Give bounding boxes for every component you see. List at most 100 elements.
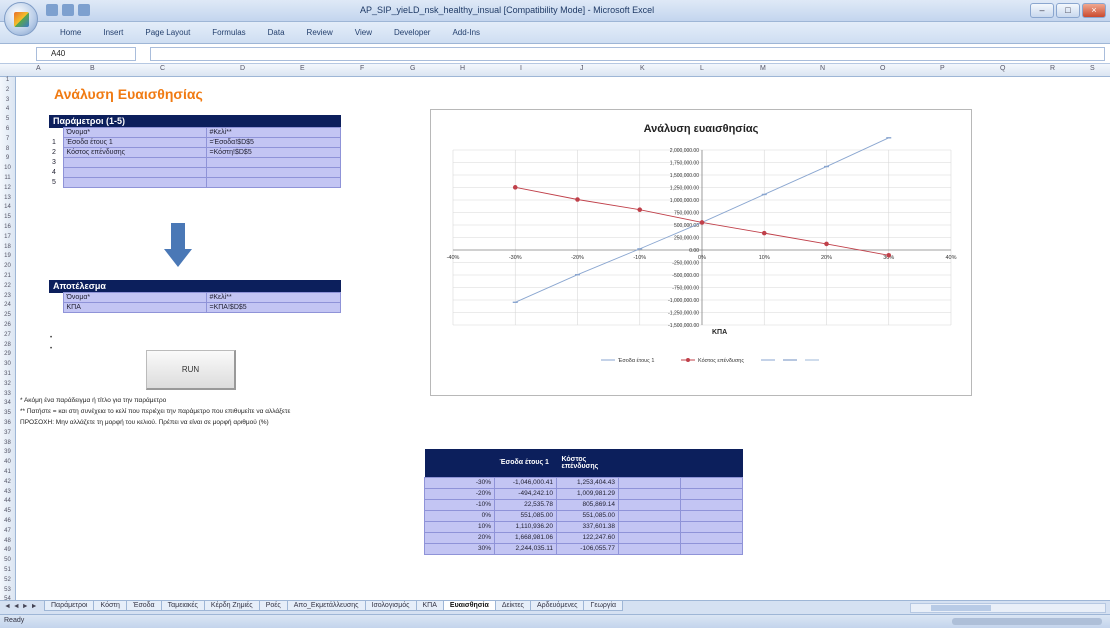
sheet-tab[interactable]: Ισολογισμός bbox=[364, 601, 417, 611]
row-header[interactable]: 46 bbox=[0, 518, 15, 524]
column-header[interactable]: H bbox=[460, 65, 465, 72]
table-cell[interactable]: -20% bbox=[424, 487, 495, 500]
worksheet[interactable]: Ανάλυση Ευαισθησίας Παράμετροι (1-5) Όνο… bbox=[16, 77, 1110, 600]
table-cell[interactable] bbox=[618, 509, 681, 522]
row-header[interactable]: 20 bbox=[0, 263, 15, 269]
close-button[interactable]: × bbox=[1082, 3, 1106, 18]
param-num[interactable]: 4 bbox=[49, 167, 63, 178]
table-cell[interactable]: -10% bbox=[424, 498, 495, 511]
param-cell[interactable] bbox=[205, 177, 341, 188]
row-header[interactable]: 36 bbox=[0, 420, 15, 426]
ribbon-tab[interactable]: Insert bbox=[103, 28, 123, 37]
row-header[interactable]: 31 bbox=[0, 371, 15, 377]
param-name[interactable]: Έσοδα έτους 1 bbox=[62, 137, 207, 148]
param-num[interactable]: 2 bbox=[49, 147, 63, 158]
row-header[interactable]: 44 bbox=[0, 498, 15, 504]
row-header[interactable]: 26 bbox=[0, 322, 15, 328]
column-header[interactable]: L bbox=[700, 65, 704, 72]
row-header[interactable]: 21 bbox=[0, 273, 15, 279]
row-header[interactable]: 52 bbox=[0, 577, 15, 583]
table-cell[interactable]: 1,668,981.06 bbox=[494, 531, 557, 544]
table-header-cell[interactable]: Κόστος επένδυσης bbox=[556, 449, 619, 477]
scrollbar-thumb[interactable] bbox=[931, 605, 991, 611]
row-header[interactable]: 10 bbox=[0, 165, 15, 171]
row-header[interactable]: 3 bbox=[0, 97, 15, 103]
row-header[interactable]: 34 bbox=[0, 400, 15, 406]
ribbon-tab[interactable]: Home bbox=[60, 28, 81, 37]
table-cell[interactable] bbox=[680, 487, 743, 500]
column-header[interactable]: A bbox=[36, 65, 41, 72]
table-cell[interactable] bbox=[680, 520, 743, 533]
row-header[interactable]: 48 bbox=[0, 538, 15, 544]
table-cell[interactable] bbox=[49, 127, 63, 138]
column-header[interactable]: E bbox=[300, 65, 305, 72]
ribbon-tab[interactable]: View bbox=[355, 28, 372, 37]
row-header[interactable]: 28 bbox=[0, 342, 15, 348]
table-cell[interactable] bbox=[49, 292, 63, 303]
row-header[interactable]: 41 bbox=[0, 469, 15, 475]
row-header[interactable]: 5 bbox=[0, 116, 15, 122]
param-name[interactable]: Κόστος επένδυσης bbox=[62, 147, 207, 158]
row-header[interactable]: 49 bbox=[0, 547, 15, 553]
param-name[interactable] bbox=[62, 157, 207, 168]
row-header[interactable]: 42 bbox=[0, 479, 15, 485]
table-cell[interactable] bbox=[618, 520, 681, 533]
column-header[interactable]: I bbox=[520, 65, 522, 72]
table-cell[interactable] bbox=[618, 476, 681, 489]
formula-input[interactable] bbox=[150, 47, 1105, 61]
row-header[interactable]: 32 bbox=[0, 381, 15, 387]
table-cell[interactable]: 551,085.00 bbox=[556, 509, 619, 522]
table-cell[interactable] bbox=[49, 302, 63, 313]
table-cell[interactable] bbox=[680, 509, 743, 522]
table-cell[interactable]: 20% bbox=[424, 531, 495, 544]
ribbon-tab[interactable]: Developer bbox=[394, 28, 430, 37]
table-cell[interactable] bbox=[618, 542, 681, 555]
row-header[interactable]: 2 bbox=[0, 87, 15, 93]
row-header[interactable]: 27 bbox=[0, 332, 15, 338]
table-cell[interactable] bbox=[680, 531, 743, 544]
result-name-cell[interactable]: ΚΠΑ bbox=[62, 302, 207, 313]
row-header[interactable]: 24 bbox=[0, 302, 15, 308]
table-cell[interactable]: 2,244,035.11 bbox=[494, 542, 557, 555]
column-header[interactable]: S bbox=[1090, 65, 1095, 72]
table-cell[interactable]: -494,242.10 bbox=[494, 487, 557, 500]
sheet-tab[interactable]: Ροές bbox=[258, 601, 288, 611]
row-header[interactable]: 17 bbox=[0, 234, 15, 240]
sheet-tab[interactable]: Αρδευόμενες bbox=[529, 601, 585, 611]
table-cell[interactable]: 337,601.38 bbox=[556, 520, 619, 533]
param-cell[interactable]: =Κόστη!$D$5 bbox=[205, 147, 341, 158]
table-cell[interactable]: 1,253,404.43 bbox=[556, 476, 619, 489]
ribbon-tab[interactable]: Add-Ins bbox=[452, 28, 480, 37]
table-header-cell[interactable] bbox=[424, 449, 495, 477]
column-header[interactable]: D bbox=[240, 65, 245, 72]
save-icon[interactable] bbox=[46, 4, 58, 16]
sheet-tab[interactable]: Ευαισθησία bbox=[442, 601, 496, 611]
row-header[interactable]: 39 bbox=[0, 449, 15, 455]
sheet-tab[interactable]: Έσοδα bbox=[125, 601, 162, 611]
row-header[interactable]: 53 bbox=[0, 587, 15, 593]
column-header[interactable]: C bbox=[160, 65, 165, 72]
sheet-tab[interactable]: Γεωργία bbox=[583, 601, 624, 611]
table-cell[interactable] bbox=[680, 542, 743, 555]
column-header[interactable]: O bbox=[880, 65, 885, 72]
param-name[interactable] bbox=[62, 167, 207, 178]
sheet-tab[interactable]: Ταμειακές bbox=[160, 601, 205, 611]
column-header[interactable]: K bbox=[640, 65, 645, 72]
row-header[interactable]: 11 bbox=[0, 175, 15, 181]
param-name[interactable] bbox=[62, 177, 207, 188]
redo-icon[interactable] bbox=[78, 4, 90, 16]
row-header[interactable]: 22 bbox=[0, 283, 15, 289]
row-header[interactable]: 33 bbox=[0, 391, 15, 397]
zoom-slider[interactable] bbox=[952, 618, 1102, 625]
table-cell[interactable] bbox=[680, 476, 743, 489]
row-header[interactable]: 4 bbox=[0, 106, 15, 112]
ribbon-tab[interactable]: Data bbox=[268, 28, 285, 37]
column-header[interactable]: J bbox=[580, 65, 584, 72]
office-button[interactable] bbox=[4, 2, 38, 36]
row-header[interactable]: 13 bbox=[0, 195, 15, 201]
row-header[interactable]: 14 bbox=[0, 204, 15, 210]
row-header[interactable]: 15 bbox=[0, 214, 15, 220]
row-header[interactable]: 25 bbox=[0, 312, 15, 318]
table-cell[interactable] bbox=[680, 498, 743, 511]
row-header[interactable]: 23 bbox=[0, 293, 15, 299]
